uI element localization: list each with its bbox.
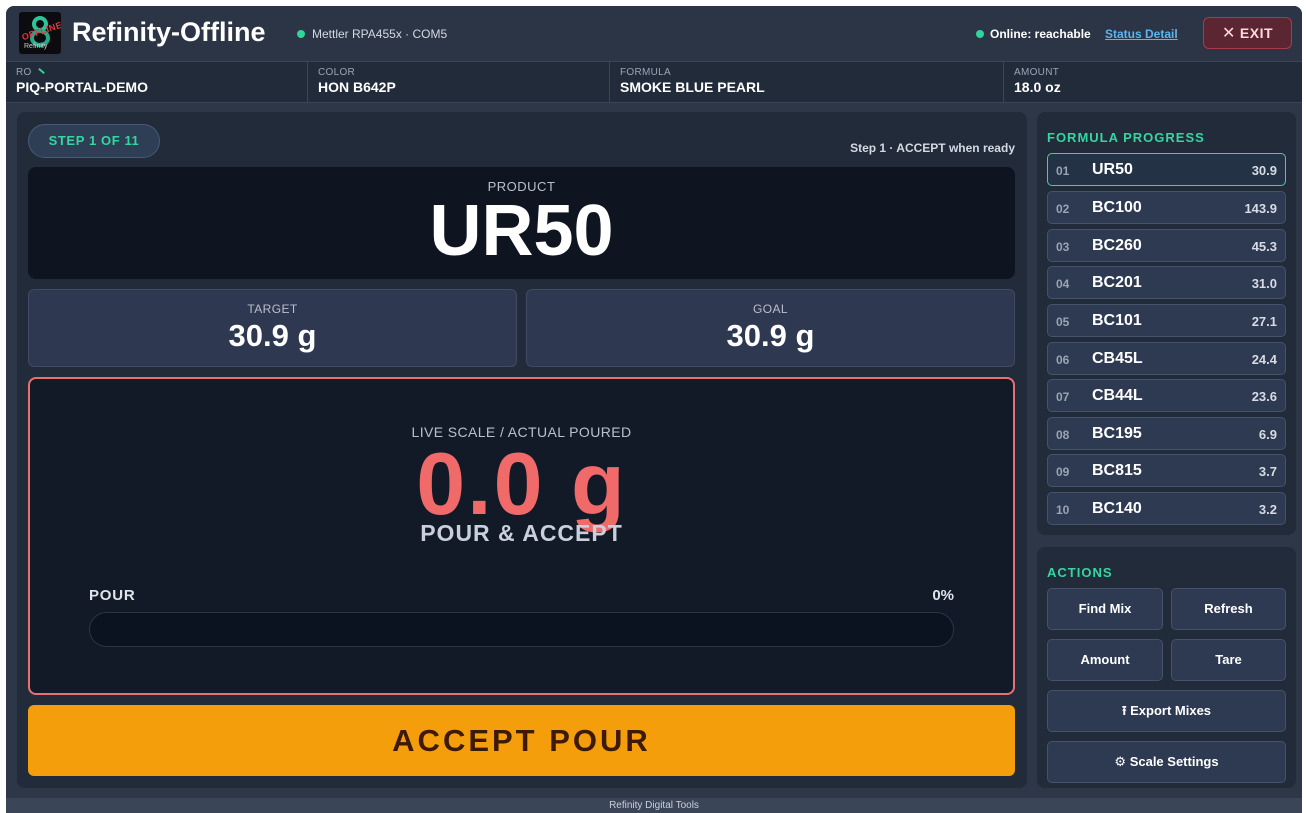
progress-item-amount: 3.7 — [1258, 464, 1277, 479]
info-amount: AMOUNT 18.0 oz — [1003, 62, 1302, 103]
info-formula-label: FORMULA — [620, 67, 671, 78]
progress-item-cb45l[interactable]: 06 CB45L 24.4 — [1047, 342, 1286, 375]
progress-item-bc101[interactable]: 05 BC101 27.1 — [1047, 304, 1286, 337]
progress-item-code: BC100 — [1092, 199, 1142, 216]
tare-button[interactable]: Tare — [1171, 639, 1286, 681]
progress-item-number: 09 — [1056, 465, 1070, 479]
app-title: Refinity-Offline — [72, 17, 266, 47]
formula-progress-list[interactable]: 01 UR50 30.9 02 BC100 143.9 03 BC260 45.… — [1047, 153, 1286, 531]
info-ro-label: RO — [16, 67, 32, 78]
amount-button[interactable]: Amount — [1047, 639, 1163, 681]
pour-instruction: POUR & ACCEPT — [420, 520, 623, 546]
progress-item-amount: 24.4 — [1251, 352, 1277, 367]
product-card: PRODUCT UR50 — [28, 167, 1015, 279]
target-card: TARGET 30.9 g — [28, 289, 517, 367]
progress-item-code: BC101 — [1092, 312, 1142, 329]
info-ro-value: PIQ-PORTAL-DEMO — [16, 79, 148, 95]
actions-title: ACTIONS — [1047, 565, 1113, 580]
footer: Refinity Digital Tools — [6, 798, 1302, 813]
progress-item-code: CB44L — [1092, 387, 1143, 404]
scale-status-text: Mettler RPA455x · COM5 — [312, 27, 448, 41]
progress-item-bc201[interactable]: 04 BC201 31.0 — [1047, 266, 1286, 299]
job-info-bar: RO PIQ-PORTAL-DEMO COLOR HON B642P FORMU… — [6, 62, 1302, 103]
exit-label: EXIT — [1239, 25, 1274, 41]
target-value: 30.9 g — [228, 318, 317, 353]
progress-item-number: 07 — [1056, 390, 1070, 404]
progress-item-number: 01 — [1056, 164, 1070, 178]
progress-item-code: CB45L — [1092, 350, 1143, 367]
refresh-button[interactable]: Refresh — [1171, 588, 1286, 630]
progress-item-code: BC201 — [1092, 274, 1142, 291]
progress-item-bc100[interactable]: 02 BC100 143.9 — [1047, 191, 1286, 224]
scale-settings-button[interactable]: ⚙ Scale Settings — [1047, 741, 1286, 783]
progress-item-code: BC140 — [1092, 500, 1142, 517]
goal-value: 30.9 g — [726, 318, 815, 353]
progress-item-number: 08 — [1056, 428, 1070, 442]
actions-panel: ACTIONS Find Mix Refresh Amount Tare ⭱ E… — [1037, 547, 1296, 788]
progress-item-number: 10 — [1056, 503, 1070, 517]
app-window: OFFLINE Refinity Refinity-Offline Mettle… — [6, 6, 1302, 813]
progress-item-cb44l[interactable]: 07 CB44L 23.6 — [1047, 379, 1286, 412]
target-label: TARGET — [247, 302, 298, 316]
progress-item-number: 02 — [1056, 202, 1070, 216]
pour-panel: STEP 1 OF 11 Step 1 · ACCEPT when ready … — [17, 112, 1027, 788]
scale-status-dot-icon — [297, 30, 305, 38]
info-color-label: COLOR — [318, 67, 356, 78]
live-scale-reading: 0.0 g — [416, 434, 627, 533]
progress-item-bc140[interactable]: 10 BC140 3.2 — [1047, 492, 1286, 525]
pour-progress-bar — [89, 612, 954, 647]
progress-item-amount: 23.6 — [1251, 389, 1277, 404]
progress-item-amount: 143.9 — [1244, 201, 1277, 216]
step-indicator: STEP 1 OF 11 — [28, 124, 160, 158]
goal-card: GOAL 30.9 g — [526, 289, 1015, 367]
product-name: UR50 — [429, 191, 614, 271]
progress-item-code: BC815 — [1092, 462, 1142, 479]
progress-item-number: 06 — [1056, 353, 1070, 367]
progress-item-bc260[interactable]: 03 BC260 45.3 — [1047, 229, 1286, 262]
find-mix-button[interactable]: Find Mix — [1047, 588, 1163, 630]
progress-item-amount: 45.3 — [1251, 239, 1277, 254]
progress-item-bc815[interactable]: 09 BC815 3.7 — [1047, 454, 1286, 487]
title-bar: OFFLINE Refinity Refinity-Offline Mettle… — [6, 6, 1302, 62]
progress-item-amount: 6.9 — [1258, 427, 1277, 442]
formula-progress-title: FORMULA PROGRESS — [1047, 130, 1205, 145]
info-amount-label: AMOUNT — [1014, 67, 1060, 78]
progress-item-code: BC260 — [1092, 237, 1142, 254]
info-formula-value: SMOKE BLUE PEARL — [620, 79, 765, 95]
logo-word: Refinity — [24, 43, 48, 50]
accept-pour-button[interactable]: ACCEPT POUR — [28, 705, 1015, 776]
progress-item-code: UR50 — [1092, 161, 1133, 178]
export-mixes-button[interactable]: ⭱ Export Mixes — [1047, 690, 1286, 732]
progress-item-amount: 27.1 — [1251, 314, 1277, 329]
info-color-value: HON B642P — [318, 79, 396, 95]
online-status-dot-icon — [976, 30, 984, 38]
progress-item-number: 03 — [1056, 240, 1070, 254]
progress-item-number: 05 — [1056, 315, 1070, 329]
pour-progress-percent: 0% — [932, 587, 954, 604]
app-logo-icon: OFFLINE Refinity — [19, 12, 61, 54]
status-detail-link[interactable]: Status Detail — [1105, 27, 1178, 41]
online-status-text: Online: reachable — [990, 27, 1091, 41]
progress-item-number: 04 — [1056, 277, 1070, 291]
info-amount-value: 18.0 oz — [1014, 79, 1061, 95]
progress-item-amount: 3.2 — [1258, 502, 1277, 517]
progress-item-amount: 31.0 — [1251, 276, 1277, 291]
scale-status: Mettler RPA455x · COM5 — [297, 27, 447, 41]
live-scale-card: LIVE SCALE / ACTUAL POURED 0.0 g POUR & … — [28, 377, 1015, 695]
online-status: Online: reachable — [976, 27, 1091, 41]
info-formula: FORMULA SMOKE BLUE PEARL — [609, 62, 1003, 103]
progress-item-amount: 30.9 — [1251, 163, 1277, 178]
formula-progress-panel: FORMULA PROGRESS 01 UR50 30.9 02 BC100 1… — [1037, 112, 1296, 535]
goal-label: GOAL — [753, 302, 788, 316]
progress-item-ur50[interactable]: 01 UR50 30.9 — [1047, 153, 1286, 186]
progress-item-code: BC195 — [1092, 425, 1142, 442]
close-icon: ✕ — [1221, 25, 1236, 42]
edit-ro-icon[interactable] — [37, 67, 45, 75]
progress-item-bc195[interactable]: 08 BC195 6.9 — [1047, 417, 1286, 450]
info-color: COLOR HON B642P — [307, 62, 609, 103]
exit-button[interactable]: ✕ EXIT — [1203, 17, 1292, 49]
info-ro: RO PIQ-PORTAL-DEMO — [6, 62, 307, 103]
pour-progress-label: POUR — [89, 587, 136, 604]
step-hint: Step 1 · ACCEPT when ready — [850, 141, 1015, 155]
